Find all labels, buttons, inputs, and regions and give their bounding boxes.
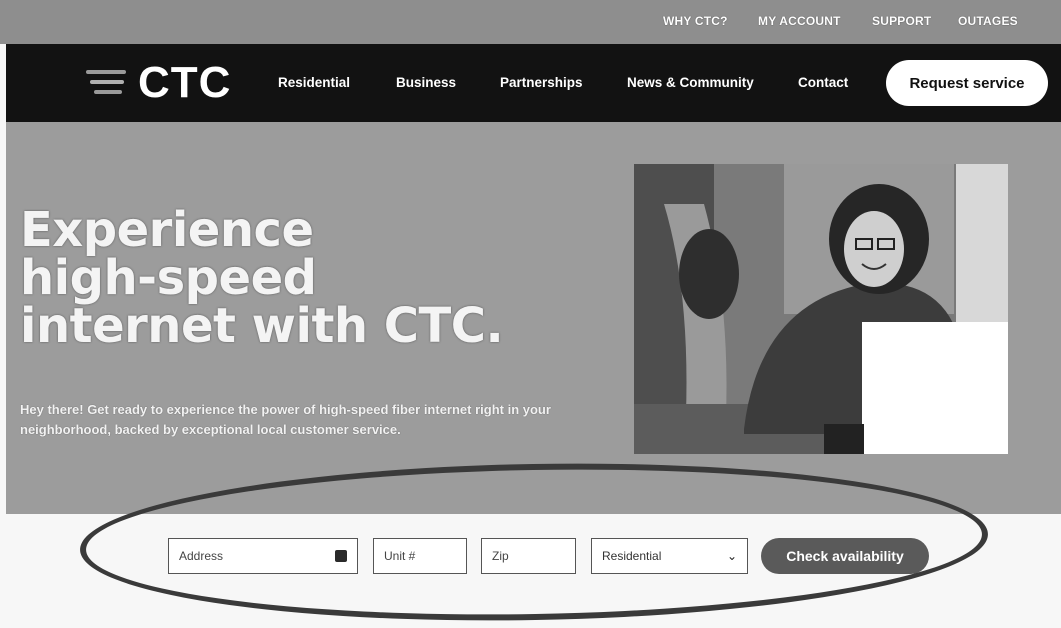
address-placeholder: Address [179, 549, 224, 563]
nav-item-residential[interactable]: Residential [278, 75, 350, 90]
hero-headline: Experience high-speed internet with CTC. [20, 202, 504, 354]
nav-item-news-community[interactable]: News & Community [627, 75, 754, 90]
logo-text: CTC [138, 58, 232, 107]
hero-photo [634, 164, 1008, 454]
address-field[interactable]: Address [168, 538, 358, 574]
unit-placeholder: Unit # [384, 549, 416, 563]
check-availability-button[interactable]: Check availability [761, 538, 929, 574]
nav-item-contact[interactable]: Contact [798, 75, 848, 90]
zip-placeholder: Zip [492, 549, 509, 563]
utility-link-my-account[interactable]: MY ACCOUNT [758, 14, 841, 28]
service-type-select[interactable]: Residential ⌄ [591, 538, 748, 574]
request-service-button[interactable]: Request service [886, 60, 1048, 106]
logo-mark-icon [86, 70, 126, 100]
utility-nav: WHY CTC? MY ACCOUNT SUPPORT OUTAGES [0, 0, 1061, 44]
utility-link-support[interactable]: SUPPORT [872, 14, 931, 28]
service-type-value: Residential [602, 549, 662, 563]
hero-subtext: Hey there! Get ready to experience the p… [20, 402, 551, 437]
chevron-down-icon: ⌄ [726, 549, 737, 563]
hero-section: Experience high-speed internet with CTC.… [6, 122, 1061, 514]
nav-item-partnerships[interactable]: Partnerships [500, 75, 583, 90]
utility-link-why-ctc[interactable]: WHY CTC? [663, 14, 728, 28]
hero-headline-line: high-speed [20, 250, 317, 306]
contact-card-icon [335, 550, 347, 562]
nav-item-business[interactable]: Business [396, 75, 456, 90]
zip-field[interactable]: Zip [481, 538, 576, 574]
main-nav: CTC Residential Business Partnerships Ne… [6, 44, 1061, 122]
unit-field[interactable]: Unit # [373, 538, 467, 574]
ctc-logo[interactable]: CTC [86, 58, 246, 108]
hero-headline-line: internet with CTC. [20, 298, 504, 354]
utility-link-outages[interactable]: OUTAGES [958, 14, 1018, 28]
woman-laptop-illustration [634, 164, 1008, 454]
hero-headline-line: Experience [20, 202, 314, 258]
